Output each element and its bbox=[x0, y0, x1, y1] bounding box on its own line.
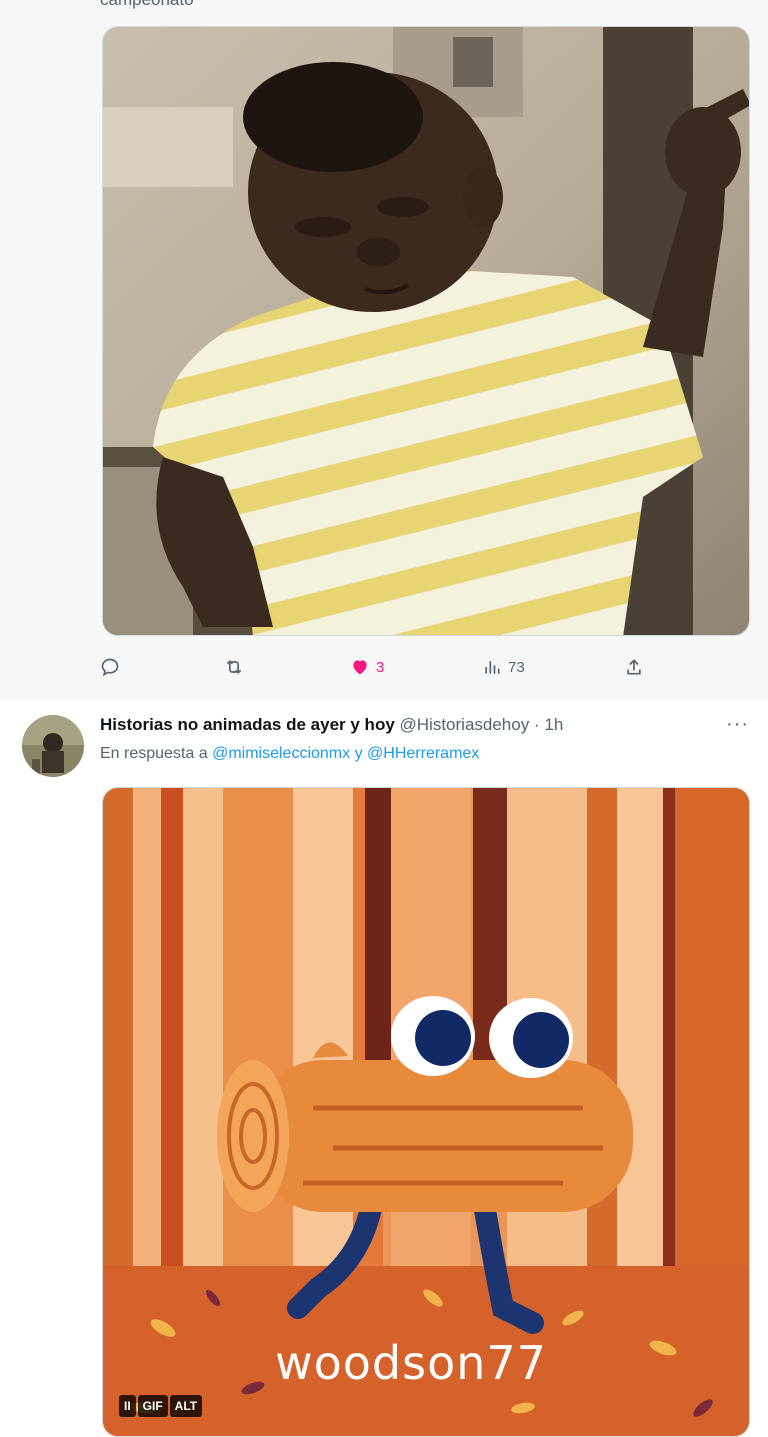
heart-icon bbox=[353, 660, 367, 675]
analytics-icon bbox=[485, 661, 500, 674]
tweet-image[interactable] bbox=[102, 26, 750, 636]
more-options-icon[interactable]: ··· bbox=[726, 713, 749, 736]
reply-prefix: En respuesta a bbox=[100, 745, 208, 762]
tweet-text-cut: campeonato bbox=[100, 0, 194, 10]
tweet-actions: 3 73 bbox=[100, 652, 660, 682]
tweet-reply[interactable]: Historias no animadas de ayer y hoy @His… bbox=[0, 699, 768, 1437]
share-icon bbox=[627, 659, 641, 675]
retweet-icon bbox=[226, 659, 242, 675]
avatar[interactable] bbox=[22, 715, 84, 777]
gif-label: GIF bbox=[137, 1395, 168, 1417]
display-name[interactable]: Historias no animadas de ayer y hoy bbox=[100, 715, 395, 734]
reply-context: En respuesta a @mimiseleccionmx y @HHerr… bbox=[100, 745, 479, 763]
pause-button[interactable]: II bbox=[119, 1395, 136, 1417]
avatar-image bbox=[22, 715, 84, 777]
views-count: 73 bbox=[508, 658, 525, 676]
tweet-gif[interactable]: woodson77 II GIF ALT bbox=[102, 787, 750, 1437]
user-handle[interactable]: @Historiasdehoy bbox=[400, 715, 530, 734]
views-button[interactable]: 73 bbox=[482, 652, 525, 682]
share-button[interactable] bbox=[624, 652, 644, 682]
like-button[interactable]: 3 bbox=[350, 652, 384, 682]
separator-dot: · bbox=[533, 715, 540, 734]
meme-image bbox=[103, 27, 749, 635]
mention-link-2[interactable]: @HHerreramex bbox=[367, 745, 479, 762]
tweet-header: Historias no animadas de ayer y hoy @His… bbox=[100, 715, 563, 735]
tweet-time[interactable]: 1h bbox=[544, 715, 563, 734]
reply-and: y bbox=[354, 745, 363, 762]
reply-button[interactable] bbox=[100, 652, 126, 682]
alt-button[interactable]: ALT bbox=[169, 1395, 203, 1417]
gif-watermark: woodson77 bbox=[275, 1336, 547, 1390]
retweet-button[interactable] bbox=[224, 652, 250, 682]
reply-icon bbox=[101, 658, 119, 677]
mention-link-1[interactable]: @mimiseleccionmx bbox=[212, 745, 350, 762]
like-count: 3 bbox=[376, 658, 385, 676]
gif-badges: II GIF ALT bbox=[119, 1395, 203, 1417]
tweet-previous: campeonato bbox=[0, 0, 768, 698]
